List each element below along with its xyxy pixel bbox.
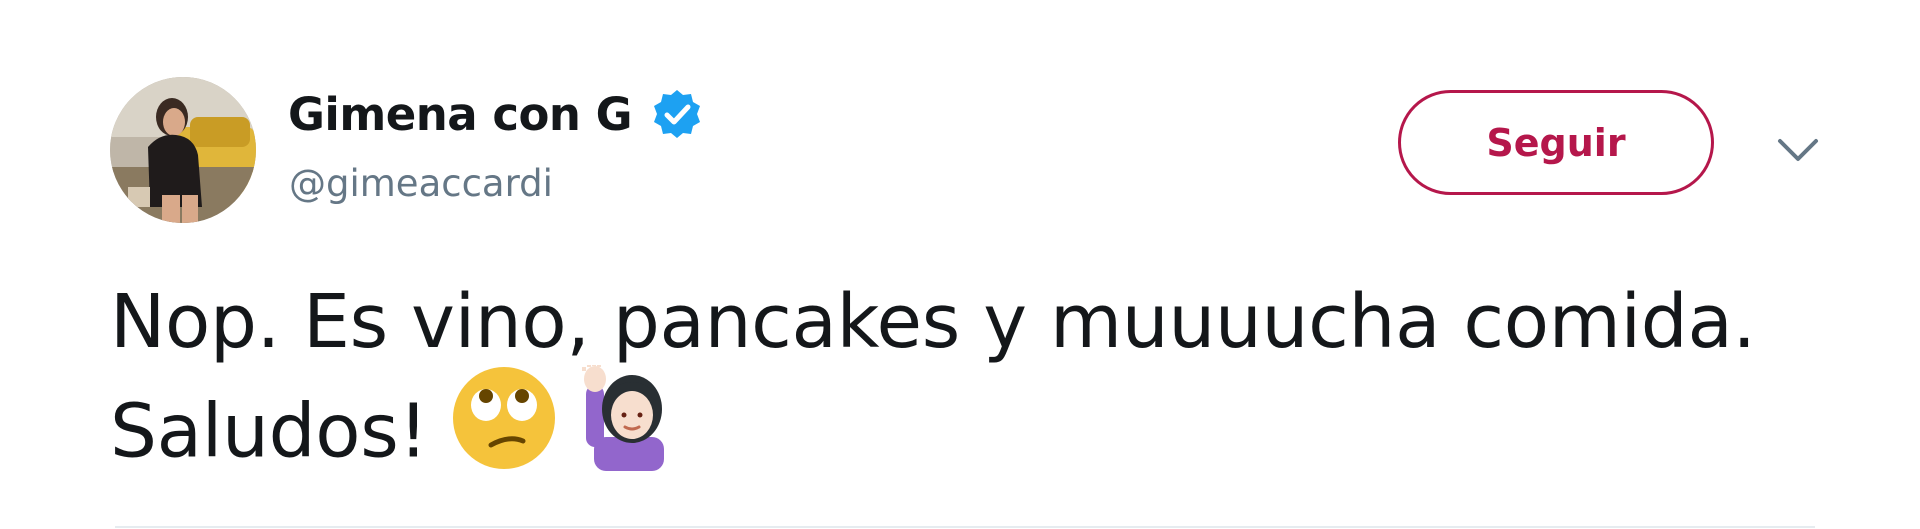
- author-handle[interactable]: @gimeaccardi: [289, 162, 553, 205]
- verified-badge-icon: [650, 87, 704, 141]
- tweet-card: Gimena con G @gimeaccardi Seguir Nop. Es…: [0, 0, 1920, 529]
- avatar[interactable]: [110, 77, 256, 223]
- avatar-photo: [110, 77, 256, 223]
- person-raising-hand-emoji-icon: [580, 364, 672, 495]
- tweet-text-saludos: Saludos!: [110, 388, 428, 475]
- divider: [115, 526, 1815, 528]
- tweet-text-line-2: Saludos!: [110, 364, 1870, 501]
- follow-button[interactable]: Seguir: [1398, 90, 1714, 195]
- chevron-down-icon[interactable]: [1775, 132, 1821, 168]
- author-name-row[interactable]: Gimena con G: [288, 84, 704, 144]
- tweet-text-line-1: Nop. Es vino, pancakes y muuuucha comida…: [110, 279, 1756, 365]
- tweet-text: Nop. Es vino, pancakes y muuuucha comida…: [110, 274, 1870, 501]
- face-with-rolling-eyes-emoji-icon: [451, 365, 557, 495]
- author-display-name[interactable]: Gimena con G: [288, 88, 633, 141]
